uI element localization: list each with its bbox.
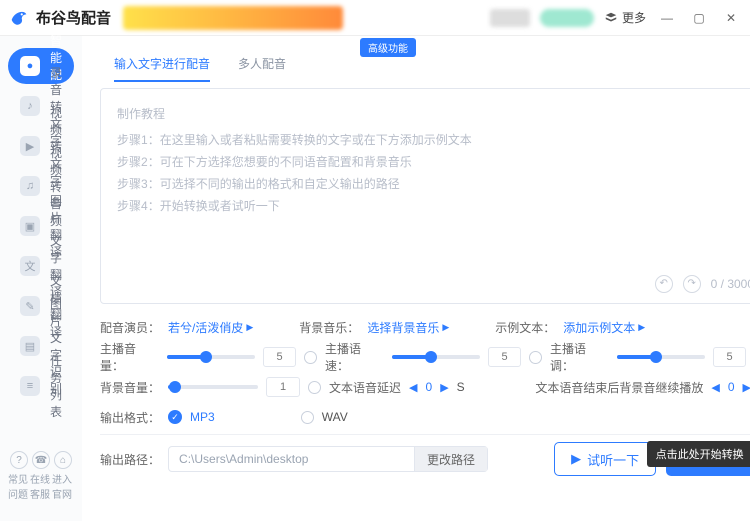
chevron-right-icon: ▶ (246, 322, 253, 333)
char-counter: 0 / 3000 (711, 273, 750, 295)
ocr-icon: ▤ (20, 336, 40, 356)
app-logo: 布谷鸟配音 (8, 7, 111, 29)
delay-label: 文本语音延迟 (329, 379, 401, 396)
audio-icon: ♪ (20, 96, 40, 116)
help-icon: ? (10, 451, 28, 469)
chat-icon: ☎ (32, 451, 50, 469)
text-icon: 文 (20, 256, 40, 276)
globe-icon: ⌂ (54, 451, 72, 469)
delay-decrease[interactable]: ◀ (409, 381, 417, 394)
bg-volume-value[interactable]: 1 (266, 377, 300, 397)
doc-icon: ✎ (20, 296, 40, 316)
voice-actor-select[interactable]: 若兮/活泼俏皮▶ (168, 319, 253, 336)
close-button[interactable]: ✕ (720, 7, 742, 29)
host-speed-lock[interactable] (529, 351, 542, 364)
bg-volume-label: 背景音量： (100, 379, 160, 396)
play-icon: ▶ (571, 451, 581, 467)
tutorial-step: 步骤1：在这里输入或者粘贴需要转换的文字或在下方添加示例文本 (117, 129, 750, 151)
app-title: 布谷鸟配音 (36, 7, 111, 28)
change-path-button[interactable]: 更改路径 (414, 447, 487, 471)
tab-multi-voice[interactable]: 多人配音 (224, 45, 300, 82)
host-speed-value[interactable]: 5 (488, 347, 521, 367)
nav-video-to-text[interactable]: ▶视频转文字 (8, 128, 74, 164)
host-volume-label: 主播音量： (100, 340, 159, 374)
chevron-right-icon: ▶ (638, 322, 645, 333)
bg-volume-slider[interactable] (168, 385, 258, 389)
nav-audio-to-text[interactable]: ♪录音转文字 (8, 88, 74, 124)
host-speed-slider[interactable] (392, 355, 480, 359)
promo-banner[interactable] (123, 6, 343, 30)
redo-icon[interactable]: ↷ (683, 275, 701, 293)
host-volume-value[interactable]: 5 (263, 347, 296, 367)
format-mp3-label: MP3 (190, 410, 215, 424)
format-wav-radio[interactable] (301, 411, 314, 424)
support-link[interactable]: ☎在线客服 (30, 451, 52, 501)
preview-button[interactable]: ▶试听一下 (554, 442, 656, 476)
host-volume-slider[interactable] (167, 355, 255, 359)
host-tone-slider[interactable] (617, 355, 705, 359)
tutorial-step: 步骤3：可选择不同的输出的格式和自定义输出的路径 (117, 173, 750, 195)
sample-label: 示例文本： (495, 319, 555, 336)
bgm-select[interactable]: 选择背景音乐▶ (367, 319, 449, 336)
bg-volume-lock[interactable] (308, 381, 321, 394)
continue-label: 文本语音结束后背景音继续播放 (535, 379, 703, 396)
bgm-label: 背景音乐： (299, 319, 359, 336)
tab-text-dubbing[interactable]: 输入文字进行配音 (100, 45, 224, 82)
text-editor[interactable]: 制作教程 步骤1：在这里输入或者粘贴需要转换的文字或在下方添加示例文本 步骤2：… (100, 88, 750, 304)
more-menu[interactable]: 更多 (604, 9, 646, 26)
voice-actor-label: 配音演员： (100, 319, 160, 336)
host-speed-label: 主播语速： (325, 340, 384, 374)
maximize-button[interactable]: ▢ (688, 7, 710, 29)
output-path-text: C:\Users\Admin\desktop (179, 452, 308, 466)
nav-doc-translate[interactable]: ✎文档翻译 (8, 288, 74, 324)
tutorial-step: 步骤4：开始转换或者试听一下 (117, 195, 750, 217)
main-panel: 输入文字进行配音 多人配音 高级功能 制作教程 步骤1：在这里输入或者粘贴需要转… (82, 36, 750, 521)
continue-value: 0 (728, 380, 735, 394)
host-tone-label: 主播语调： (550, 340, 609, 374)
convert-icon: ♫ (20, 176, 40, 196)
format-wav-label: WAV (322, 410, 348, 424)
logo-icon (8, 7, 30, 29)
tutorial-header: 制作教程 (117, 103, 750, 125)
nav-smart-dubbing[interactable]: ●智能配音 (8, 48, 74, 84)
tabs: 输入文字进行配音 多人配音 高级功能 (82, 36, 750, 82)
delay-value: 0 (426, 380, 433, 394)
chevron-right-icon: ▶ (442, 322, 449, 333)
format-label: 输出格式： (100, 409, 160, 426)
sample-select[interactable]: 添加示例文本▶ (563, 319, 645, 336)
minimize-button[interactable]: — (656, 7, 678, 29)
nav-image-translate[interactable]: ▣图片翻译 (8, 208, 74, 244)
mic-icon: ● (20, 56, 40, 76)
host-tone-value[interactable]: 5 (713, 347, 746, 367)
image-icon: ▣ (20, 216, 40, 236)
continue-decrease[interactable]: ◀ (711, 381, 719, 394)
user-info[interactable] (490, 9, 530, 27)
account-pill[interactable] (540, 9, 594, 27)
nav-video-to-audio[interactable]: ♫视频转音频 (8, 168, 74, 204)
sidebar: ●智能配音 ♪录音转文字 ▶视频转文字 ♫视频转音频 ▣图片翻译 文文字翻译 ✎… (0, 36, 82, 521)
format-mp3-radio[interactable]: ✓ (168, 410, 182, 424)
output-path-field[interactable]: C:\Users\Admin\desktop 更改路径 (168, 446, 488, 472)
titlebar: 布谷鸟配音 更多 — ▢ ✕ (0, 0, 750, 36)
sidebar-footer: ?常见问题 ☎在线客服 ⌂进入官网 (8, 443, 74, 509)
faq-link[interactable]: ?常见问题 (8, 451, 30, 501)
video-icon: ▶ (20, 136, 40, 156)
tutorial-step: 步骤2：可在下方选择您想要的不同语音配置和背景音乐 (117, 151, 750, 173)
nav-ocr[interactable]: ▤图片文字识别 (8, 328, 74, 364)
undo-icon[interactable]: ↶ (655, 275, 673, 293)
delay-unit: S (457, 380, 465, 394)
nav-label: 任务列表 (50, 352, 62, 420)
stack-icon (604, 11, 618, 25)
output-path-label: 输出路径： (100, 451, 160, 468)
host-volume-lock[interactable] (304, 351, 317, 364)
premium-badge: 高级功能 (360, 38, 416, 57)
continue-increase[interactable]: ▶ (743, 381, 750, 394)
website-link[interactable]: ⌂进入官网 (52, 451, 74, 501)
nav-text-translate[interactable]: 文文字翻译 (8, 248, 74, 284)
start-tooltip: 点击此处开始转换 × (647, 441, 750, 467)
delay-increase[interactable]: ▶ (440, 381, 448, 394)
list-icon: ≡ (20, 376, 40, 396)
nav-tasks[interactable]: ≡任务列表 (8, 368, 74, 404)
